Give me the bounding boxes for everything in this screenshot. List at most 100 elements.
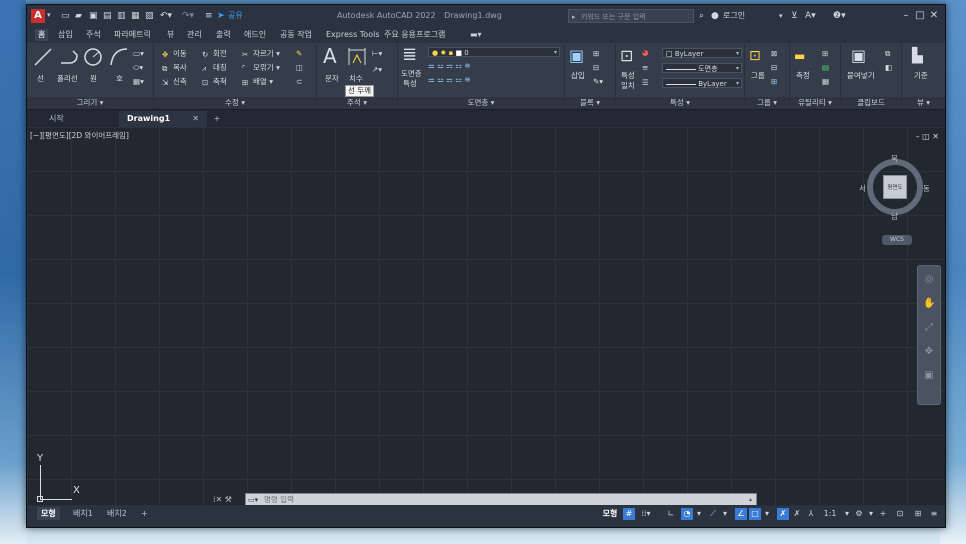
chevron-down-icon[interactable]: ▾ bbox=[867, 508, 875, 520]
circle-icon[interactable] bbox=[83, 47, 103, 67]
draw-more-icon[interactable]: ▦▾ bbox=[133, 77, 144, 87]
close-icon[interactable]: ✕ bbox=[192, 111, 199, 127]
copy-button[interactable]: ⧉ 복사 bbox=[162, 63, 187, 73]
paste-button[interactable]: 붙여넣기 bbox=[847, 71, 875, 81]
minimize-button[interactable]: – bbox=[899, 9, 913, 23]
autodesk-app-icon[interactable]: A▾ bbox=[805, 10, 816, 22]
command-line-handle[interactable]: ⁞✕ ⚒ bbox=[213, 495, 232, 504]
offset-icon[interactable]: ⊂ bbox=[296, 77, 302, 87]
customize-qa-icon[interactable]: ≡ bbox=[205, 10, 213, 22]
panel-block-title[interactable]: 블록 ▾ bbox=[565, 97, 615, 109]
save-as-icon[interactable]: ▤ bbox=[103, 10, 112, 22]
trim-button[interactable]: ✂ 자르기 ▾ bbox=[242, 49, 280, 59]
mirror-button[interactable]: ⩘ 대칭 bbox=[202, 63, 227, 73]
create-block-icon[interactable]: ⊞ bbox=[593, 49, 599, 59]
showmotion-icon[interactable]: ▣ bbox=[923, 370, 935, 382]
array-button[interactable]: ⊞ 배열 ▾ bbox=[242, 77, 273, 87]
group-button[interactable]: 그룹 bbox=[751, 71, 765, 81]
base-view-button[interactable]: 기준 bbox=[914, 71, 928, 81]
publish-icon[interactable]: ▥ bbox=[117, 10, 126, 22]
new-icon[interactable]: ▭ bbox=[61, 10, 70, 22]
move-button[interactable]: ✥ 이동 bbox=[162, 49, 187, 59]
annotation-visibility-icon[interactable]: ✗ bbox=[777, 508, 789, 520]
measure-icon[interactable]: ▬ bbox=[794, 50, 805, 62]
measure-button[interactable]: 측정 bbox=[796, 71, 810, 81]
color-dropdown[interactable]: □ ByLayer ▾ bbox=[662, 48, 742, 58]
match-properties-label-1[interactable]: 특성 bbox=[621, 71, 635, 81]
layer-dropdown[interactable]: ● ✹ ▪ ■ 0 ▾ bbox=[428, 47, 560, 57]
polar-icon[interactable]: ◔ bbox=[681, 508, 693, 520]
tab-addins[interactable]: 애드인 bbox=[241, 29, 269, 41]
base-view-icon[interactable]: ▙ bbox=[912, 47, 923, 65]
dimension-icon[interactable] bbox=[347, 47, 367, 67]
close-button[interactable]: ✕ bbox=[927, 9, 941, 23]
tab-home[interactable]: 홈 bbox=[35, 29, 49, 41]
explode-icon[interactable]: ◫ bbox=[296, 63, 303, 73]
panel-modify-title[interactable]: 수정 ▾ bbox=[154, 97, 316, 109]
insert-block-icon[interactable]: ▣ bbox=[569, 47, 584, 65]
wcs-menu[interactable]: WCS bbox=[882, 235, 912, 245]
annotation-monitor-icon[interactable]: + bbox=[877, 508, 889, 520]
workspace-gear-icon[interactable]: ⚙ bbox=[853, 508, 865, 520]
undo-icon[interactable]: ↶▾ bbox=[160, 10, 172, 22]
text-icon[interactable]: A bbox=[323, 45, 337, 67]
dimension-button[interactable]: 치수 bbox=[349, 74, 363, 84]
panel-utilities-title[interactable]: 유틸리티 ▾ bbox=[790, 97, 840, 109]
orbit-icon[interactable]: ✥ bbox=[923, 346, 935, 358]
tab-output[interactable]: 출력 bbox=[213, 29, 234, 41]
tab-parametric[interactable]: 파라메트릭 bbox=[111, 29, 154, 41]
customize-menu-icon[interactable]: ≡ bbox=[927, 508, 941, 520]
zoom-icon[interactable]: ⤢ bbox=[923, 322, 935, 334]
new-tab-button[interactable]: + bbox=[211, 111, 223, 127]
print-icon[interactable]: ▧ bbox=[145, 10, 154, 22]
signin-label[interactable]: 로그인 bbox=[723, 10, 745, 22]
tab-express-tools[interactable]: Express Tools bbox=[323, 29, 383, 41]
annotation-scale-value[interactable]: 1:1 bbox=[819, 508, 841, 520]
rectangle-icon[interactable]: ▭▾ bbox=[133, 49, 144, 59]
viewcube-west[interactable]: 서 bbox=[859, 183, 866, 194]
cut-icon[interactable]: ◧ bbox=[885, 63, 892, 73]
layer-properties-icon[interactable]: ≣ bbox=[402, 45, 417, 65]
copy-clip-icon[interactable]: ⧉ bbox=[885, 49, 890, 59]
panel-clipboard-title[interactable]: 클립보드 bbox=[841, 97, 901, 109]
match-properties-icon[interactable]: ⊡ bbox=[620, 47, 633, 65]
tab-start[interactable]: 시작 bbox=[49, 111, 89, 127]
grid-icon[interactable]: # bbox=[623, 508, 635, 520]
tab-collaborate[interactable]: 공동 작업 bbox=[277, 29, 315, 41]
attribute-icon[interactable]: ✎▾ bbox=[593, 77, 603, 87]
viewcube-face[interactable]: 평면도 bbox=[883, 175, 907, 199]
lineweight-icon[interactable]: ≡ bbox=[642, 63, 648, 73]
cart-icon[interactable]: ⊻ bbox=[791, 10, 798, 22]
panel-annotation-title[interactable]: 주석 ▾ bbox=[317, 97, 397, 109]
annotation-autoscale-icon[interactable]: ✗ bbox=[791, 508, 803, 520]
panel-groups-title[interactable]: 그룹 ▾ bbox=[745, 97, 789, 109]
linetype-icon[interactable]: ☰ bbox=[642, 78, 649, 88]
hatch-icon[interactable]: ⬭▾ bbox=[133, 63, 143, 73]
calculator-icon[interactable]: ▦ bbox=[822, 77, 829, 87]
open-icon[interactable]: ▰ bbox=[75, 10, 82, 22]
linetype-dropdown[interactable]: ByLayer ▾ bbox=[662, 78, 742, 88]
search-input[interactable]: ▸ 키워드 또는 구문 입력 bbox=[568, 9, 694, 23]
add-layout-button[interactable]: + bbox=[137, 507, 152, 520]
help-icon[interactable]: ❷▾ bbox=[833, 10, 846, 22]
polyline-button[interactable]: 폴리선 bbox=[57, 74, 78, 84]
edit-block-icon[interactable]: ⊟ bbox=[593, 63, 599, 73]
layer-properties-label-1[interactable]: 도면층 bbox=[401, 69, 422, 79]
viewcube-south[interactable]: 남 bbox=[891, 211, 898, 222]
panel-draw-title[interactable]: 그리기 ▾ bbox=[27, 97, 153, 109]
maximize-button[interactable]: □ bbox=[913, 9, 927, 23]
viewport-controls[interactable]: [−][평면도][2D 와이어프레임] bbox=[30, 130, 129, 141]
quick-select-icon[interactable]: ⊞ bbox=[822, 49, 828, 59]
viewcube-north[interactable]: 북 bbox=[891, 153, 898, 164]
lineweight-dropdown[interactable]: 도면층 ▾ bbox=[662, 63, 742, 73]
share-icon[interactable]: ➤ bbox=[217, 10, 225, 22]
chevron-down-icon[interactable]: ▾ bbox=[843, 508, 851, 520]
chevron-down-icon[interactable]: ▾ bbox=[47, 11, 51, 19]
table-icon[interactable]: ↗▾ bbox=[372, 65, 382, 75]
line-icon[interactable] bbox=[33, 47, 53, 67]
model-space-button[interactable]: 모형 bbox=[599, 508, 621, 520]
layout-tab-model[interactable]: 모형 bbox=[37, 507, 60, 520]
viewport-window-controls[interactable]: – ◫ ✕ bbox=[916, 132, 939, 141]
object-snap-tracking-icon[interactable]: ∠ bbox=[735, 508, 747, 520]
select-all-icon[interactable]: ▤ bbox=[822, 63, 829, 73]
